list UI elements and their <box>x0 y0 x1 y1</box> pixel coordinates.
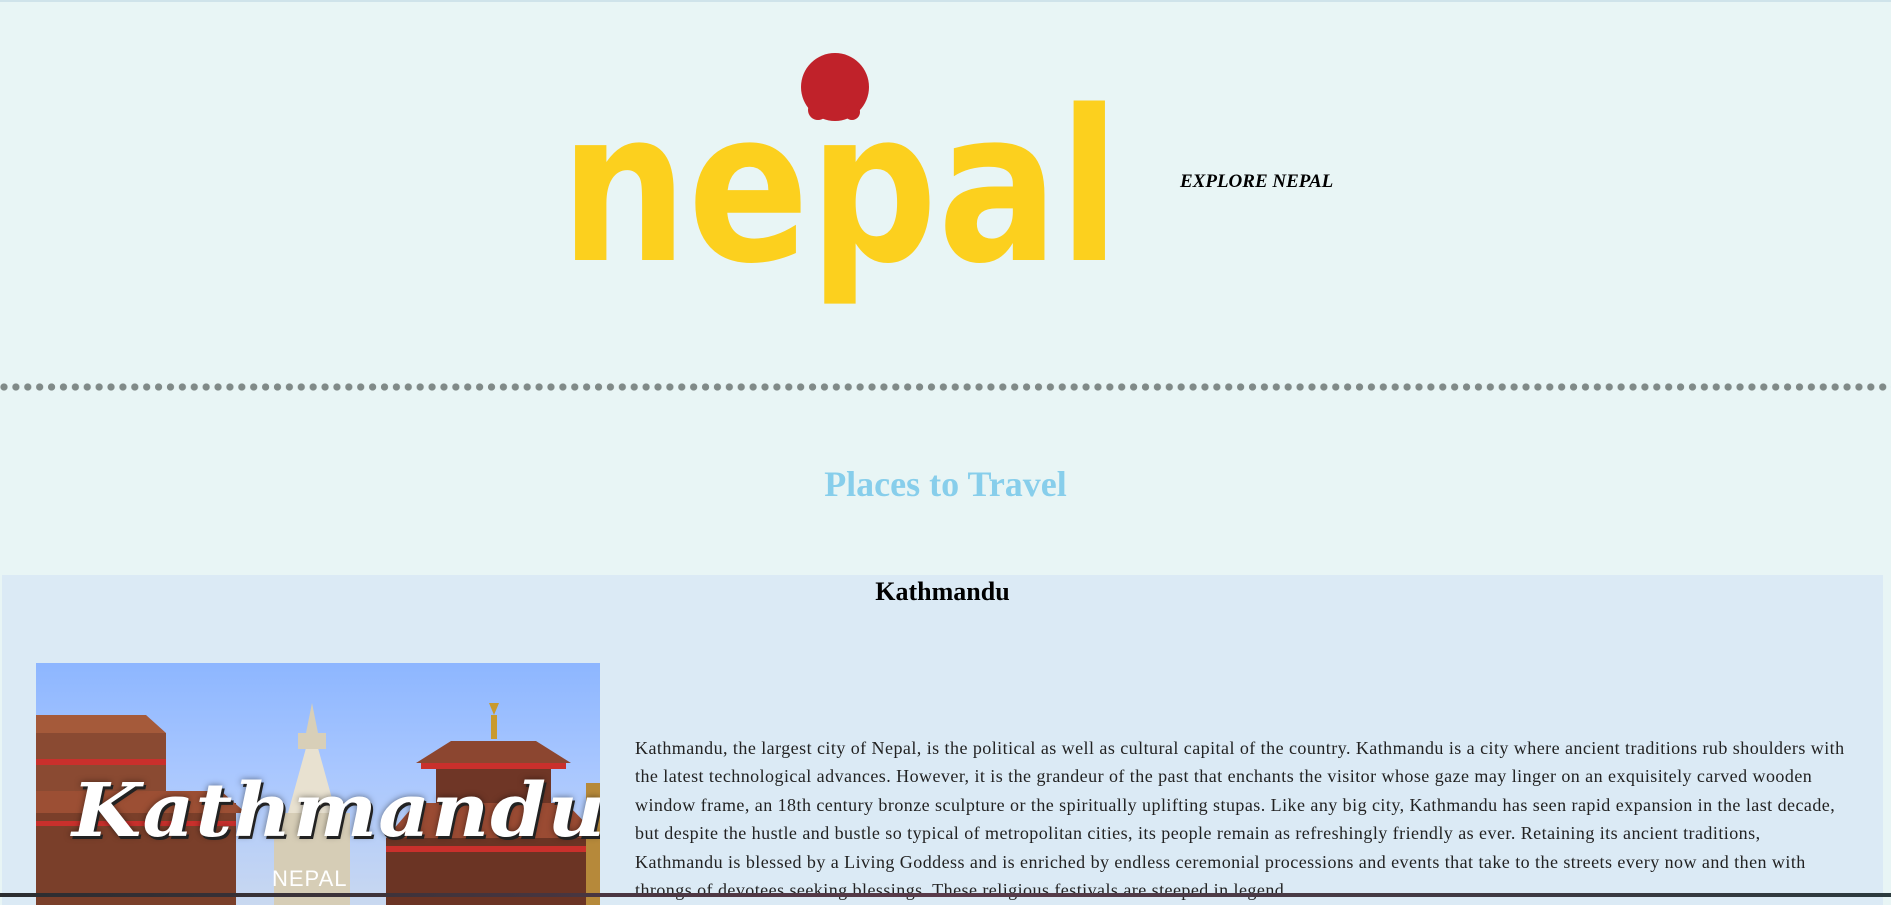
tagline: EXPLORE NEPAL <box>1180 171 1334 192</box>
site-header: nepal EXPLORE NEPAL <box>0 0 1891 340</box>
image-subtitle-text: NEPAL <box>272 866 348 891</box>
logo-wordmark: nepal <box>560 65 1120 305</box>
place-card-kathmandu: Kathmandu Kathmandu NEPAL Kathmandu, the… <box>2 575 1883 905</box>
kathmandu-image: Kathmandu NEPAL <box>36 663 600 905</box>
dotted-divider <box>0 383 1891 391</box>
bottom-edge <box>0 893 1891 897</box>
place-description: Kathmandu, the largest city of Nepal, is… <box>635 738 1845 901</box>
nepal-logo: nepal <box>560 53 1120 305</box>
place-name: Kathmandu <box>875 577 1010 606</box>
image-title-text: Kathmandu <box>72 768 600 854</box>
section-title: Places to Travel <box>824 464 1067 504</box>
